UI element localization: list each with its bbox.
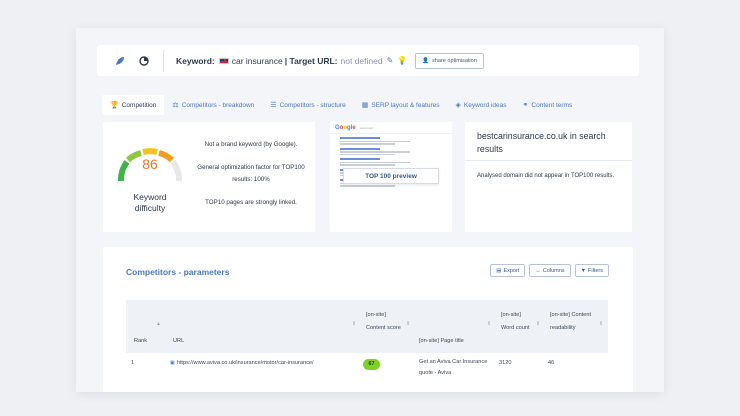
competitors-table: ▲ Rank URL ⇕ [on-site] Content score ⇕ […	[126, 300, 608, 376]
tab-content-terms[interactable]: ⚭ Content terms	[515, 95, 581, 115]
keyword-label: Keyword:	[176, 55, 215, 66]
sort-asc-icon[interactable]: ▲	[156, 321, 161, 327]
domain-message: Analysed domain did not appear in TOP100…	[477, 173, 615, 179]
tab-keyword-ideas[interactable]: ◈ Keyword ideas	[448, 95, 515, 115]
file-icon: ▤	[496, 267, 502, 274]
target-url-label: | Target URL:	[284, 55, 338, 66]
export-label: Export	[503, 267, 520, 274]
edit-icon[interactable]: ✎	[387, 56, 394, 65]
tag-icon: ◈	[455, 102, 461, 109]
tab-label: Keyword ideas	[463, 101, 507, 109]
leaf-icon[interactable]	[113, 54, 127, 68]
keyword-value: car insurance	[231, 55, 283, 66]
cell-page-title: Get an Aviva Car Insurance quote - Aviva	[419, 359, 488, 376]
arrows-icon: ↔	[535, 267, 541, 274]
chart-icon: ⚖	[172, 102, 179, 109]
link-note: TOP10 pages are strongly linked.	[205, 198, 297, 206]
tab-competition[interactable]: 🏆 Competition	[102, 95, 165, 115]
columns-label: Columns	[542, 267, 565, 274]
export-button[interactable]: ▤ Export	[490, 264, 526, 277]
domain-results-card: bestcarinsurance.co.uk in search results…	[465, 122, 632, 232]
divider	[465, 160, 632, 161]
filter-icon: ▼	[580, 267, 587, 274]
uk-flag-icon	[218, 57, 229, 64]
header-page-title[interactable]: [on-site] Page title	[419, 335, 464, 348]
tab-bar: 🏆 Competition ⚖ Competitors - breakdown …	[102, 95, 580, 115]
serp-preview-card[interactable]: Google ▭▭▭▭ TOP 100 preview	[330, 122, 452, 232]
header-rank[interactable]: Rank	[134, 335, 147, 348]
header-content-score[interactable]: [on-site] Content score	[366, 309, 404, 334]
tab-label: SERP layout & features	[371, 101, 440, 109]
target-url-value: not defined	[340, 55, 383, 66]
difficulty-value: 86	[142, 156, 158, 172]
serp-query: ▭▭▭▭	[359, 125, 373, 130]
header-word-count[interactable]: [on-site] Word count	[501, 309, 531, 334]
header-url[interactable]: URL	[173, 335, 184, 348]
domain-title: bestcarinsurance.co.uk in search results	[477, 131, 606, 154]
serp-result	[340, 158, 452, 166]
difficulty-details: Not a brand keyword (by Google). General…	[191, 139, 311, 220]
tab-serp-layout[interactable]: ▦ SERP layout & features	[354, 95, 448, 115]
content-score-badge: 67	[363, 359, 380, 370]
user-icon: 👤	[422, 57, 430, 64]
layout-icon: ▦	[361, 102, 369, 109]
hint-icon[interactable]: 💡	[397, 56, 407, 65]
tab-competitors-breakdown[interactable]: ⚖ Competitors - breakdown	[164, 95, 262, 115]
table-header: ▲ Rank URL ⇕ [on-site] Content score ⇕ […	[126, 300, 608, 353]
sort-icon[interactable]: ⇕	[406, 321, 410, 327]
trophy-icon: 🏆	[110, 102, 119, 109]
competitors-parameters-card: Competitors - parameters ▤ Export ↔ Colu…	[103, 247, 633, 392]
sort-icon[interactable]: ⇕	[487, 321, 491, 327]
sort-icon[interactable]: ⇕	[352, 321, 356, 327]
serp-result	[340, 147, 452, 155]
list-icon: ☰	[270, 102, 277, 109]
sort-icon[interactable]: ⇕	[599, 321, 603, 327]
header-readability[interactable]: [on-site] Content readability	[550, 309, 595, 334]
cell-word-count: 3120	[499, 360, 512, 366]
google-logo: Google	[335, 124, 356, 131]
tab-label: Content terms	[531, 101, 573, 109]
brand-note: Not a brand keyword (by Google).	[204, 141, 298, 148]
table-row[interactable]: 1 ▣ https://www.aviva.co.uk/insurance/mot…	[126, 353, 608, 376]
divider	[163, 49, 164, 72]
difficulty-title: Keyword difficulty	[133, 192, 167, 213]
share-optimisation-button[interactable]: 👤 share optimisation	[415, 52, 484, 69]
top-bar: Keyword: car insurance | Target URL: not…	[97, 45, 639, 76]
app-window: Keyword: car insurance | Target URL: not…	[76, 28, 664, 392]
optimization-factor: General optimization factor for TOP100 r…	[197, 164, 305, 183]
external-link-icon: ▣	[170, 360, 175, 366]
serp-result	[340, 137, 452, 145]
url-text: https://www.aviva.co.uk/insurance/motor/…	[176, 360, 314, 366]
sort-icon[interactable]: ⇕	[536, 321, 540, 327]
tab-label: Competitors - structure	[279, 101, 346, 109]
cell-rank: 1	[131, 360, 135, 366]
pie-chart-icon[interactable]	[137, 54, 151, 68]
cell-url[interactable]: ▣ https://www.aviva.co.uk/insurance/motor…	[170, 360, 314, 366]
section-title: Competitors - parameters	[126, 267, 230, 277]
terms-icon: ⚭	[522, 102, 529, 109]
columns-button[interactable]: ↔ Columns	[529, 264, 571, 277]
share-label: share optimisation	[432, 57, 477, 64]
serp-header: Google ▭▭▭▭	[330, 122, 452, 134]
filters-button[interactable]: ▼ Filters	[574, 264, 609, 277]
tab-competitors-structure[interactable]: ☰ Competitors - structure	[262, 95, 353, 115]
keyword-difficulty-card: 86 Keyword difficulty Not a brand keywor…	[103, 122, 315, 232]
filters-label: Filters	[588, 267, 603, 274]
tab-label: Competitors - breakdown	[181, 101, 255, 109]
cell-readability: 46	[548, 360, 555, 366]
table-actions: ▤ Export ↔ Columns ▼ Filters	[490, 264, 609, 277]
top100-preview-button[interactable]: TOP 100 preview	[343, 168, 439, 184]
tab-label: Competition	[121, 101, 157, 109]
